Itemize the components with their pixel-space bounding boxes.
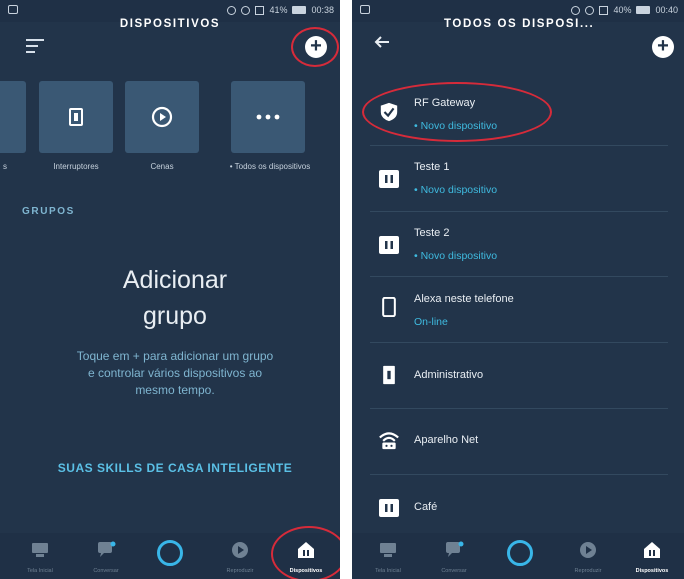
bluetooth-icon [241, 5, 251, 15]
bluetooth-icon [585, 5, 595, 15]
add-button[interactable]: + [305, 36, 327, 58]
phone-icon [382, 297, 396, 317]
play-circle-icon [151, 106, 173, 128]
category-tile-all-devices[interactable] [231, 81, 305, 153]
nav-home[interactable]: Tela Inicial [358, 533, 418, 579]
bottom-nav: Tela Inicial Conversar Reproduzir Dispos… [352, 533, 684, 579]
nav-chat[interactable]: Conversar [76, 533, 136, 579]
device-row[interactable]: RF Gateway • Novo dispositivo [352, 82, 684, 148]
location-icon [571, 5, 581, 15]
battery-percent: 41% [269, 5, 288, 15]
device-status: On-line [414, 316, 448, 328]
device-row[interactable]: Administrativo [352, 346, 684, 412]
clock: 00:40 [655, 5, 678, 15]
back-arrow-icon[interactable] [374, 36, 390, 48]
battery-icon [636, 6, 651, 14]
devices-house-icon [298, 542, 314, 558]
device-name: Aparelho Net [414, 434, 479, 446]
page-title: TODOS OS DISPOSI... [444, 18, 595, 30]
divider [370, 211, 668, 212]
smart-home-skills-link[interactable]: SUAS SKILLS DE CASA INTELIGENTE [0, 461, 340, 475]
device-name: Administrativo [414, 369, 484, 381]
device-name: Café [414, 501, 438, 513]
nav-alexa[interactable] [490, 533, 550, 579]
menu-icon[interactable] [26, 39, 44, 57]
device-row[interactable]: Teste 2 • Novo dispositivo [352, 214, 684, 280]
play-icon [232, 542, 248, 558]
plug-icon [379, 236, 399, 254]
device-name: RF Gateway [414, 97, 476, 109]
home-screen-icon [32, 543, 48, 557]
chat-icon [446, 541, 464, 557]
switch-icon [383, 365, 395, 385]
home-screen-icon [380, 543, 396, 557]
sim-icon [8, 5, 18, 14]
devices-house-icon [644, 542, 660, 558]
category-tile-scenes[interactable] [125, 81, 199, 153]
alexa-icon [507, 540, 533, 566]
device-row[interactable]: Teste 1 • Novo dispositivo [352, 148, 684, 214]
nav-home[interactable]: Tela Inicial [10, 533, 70, 579]
sim-icon [360, 5, 370, 14]
add-group-description: Toque em + para adicionar um grupo e con… [76, 349, 274, 397]
play-icon [580, 542, 596, 558]
device-row[interactable]: Aparelho Net [352, 412, 684, 478]
divider [370, 474, 668, 475]
page-title: DISPOSITIVOS [119, 18, 221, 30]
divider [370, 408, 668, 409]
category-label-all-devices[interactable]: • Todos os dispositivos [210, 162, 330, 171]
device-name: Teste 1 [414, 161, 450, 173]
nav-play[interactable]: Reproduzir [210, 533, 270, 579]
battery-icon [292, 6, 307, 14]
chat-icon [98, 541, 116, 557]
clock: 00:38 [311, 5, 334, 15]
device-status: • Novo dispositivo [414, 250, 498, 262]
category-tile-partial[interactable] [0, 81, 26, 153]
divider [370, 276, 668, 277]
shield-check-icon [380, 102, 398, 122]
category-label-scenes: Cenas [150, 162, 174, 171]
add-group-title: Adicionar grupo [122, 266, 228, 330]
nav-devices[interactable]: Dispositivos [622, 533, 682, 579]
screen-icon [599, 5, 609, 15]
more-dots-icon [256, 114, 280, 120]
nav-devices[interactable]: Dispositivos [276, 533, 336, 579]
switch-icon [69, 108, 83, 126]
divider [370, 145, 668, 146]
plug-icon [379, 170, 399, 188]
nav-chat[interactable]: Conversar [424, 533, 484, 579]
device-name: Alexa neste telefone [414, 293, 514, 305]
category-label-switches: Interruptores [53, 162, 99, 171]
category-tile-switches[interactable] [39, 81, 113, 153]
battery-percent: 40% [613, 5, 632, 15]
alexa-icon [157, 540, 183, 566]
screen-icon [255, 5, 265, 15]
all-devices-screen: 40% 00:40 TODOS OS DISPOSI... + RF Gatew… [352, 0, 684, 579]
location-icon [227, 5, 237, 15]
divider [370, 342, 668, 343]
device-status: • Novo dispositivo [414, 120, 498, 132]
nav-play[interactable]: Reproduzir [558, 533, 618, 579]
add-button[interactable]: + [652, 36, 674, 58]
wifi-router-icon [379, 432, 399, 450]
bottom-nav: Tela Inicial Conversar Reproduzir Dispos… [0, 526, 340, 579]
devices-screen: 41% 00:38 DISPOSITIVOS + s Interruptores… [0, 0, 340, 579]
device-name: Teste 2 [414, 227, 450, 239]
groups-heading: GRUPOS [22, 206, 75, 217]
nav-alexa[interactable] [140, 533, 200, 579]
plug-icon [379, 499, 399, 517]
category-label-partial: s [3, 162, 7, 171]
device-status: • Novo dispositivo [414, 184, 498, 196]
device-row[interactable]: Alexa neste telefone On-line [352, 280, 684, 346]
